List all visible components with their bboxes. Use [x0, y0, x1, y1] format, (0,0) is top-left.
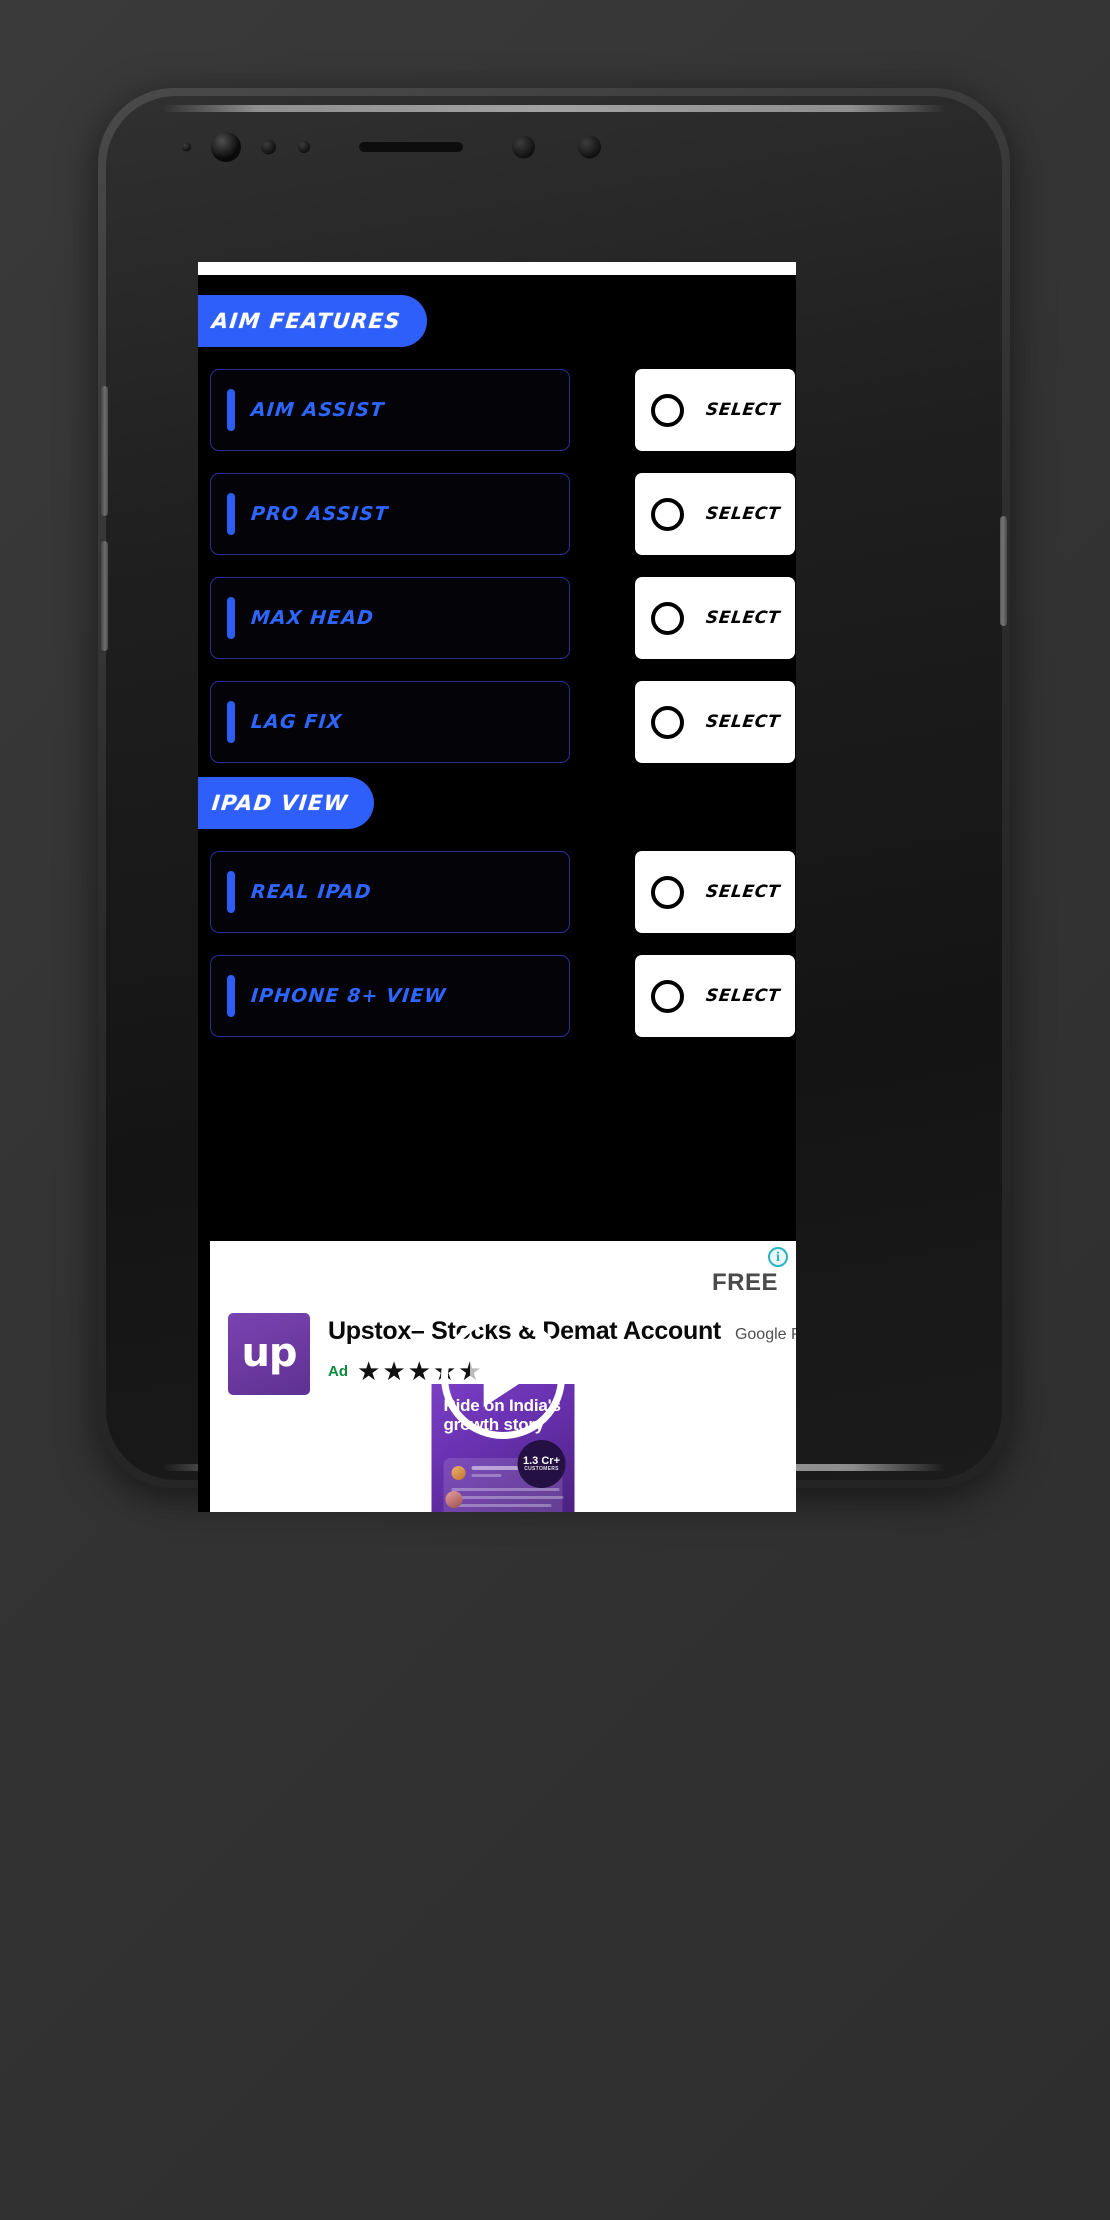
radio-unchecked-icon[interactable]: [650, 393, 684, 427]
ad-customers-caption: CUSTOMERS: [524, 1466, 559, 1473]
section-header-aim-features: AIM FEATURES: [198, 275, 796, 347]
section-badge: AIM FEATURES: [198, 295, 428, 347]
ad-price-label: FREE: [711, 1269, 778, 1296]
phone-top-edge-highlight: [162, 105, 946, 112]
list-item[interactable]: IPHONE 8+ VIEW SELECT: [210, 955, 796, 1037]
review-line: [451, 1488, 560, 1491]
secondary-camera-icon: [578, 135, 601, 159]
accent-bar-icon: [227, 975, 235, 1017]
feature-label: REAL IPAD: [250, 881, 373, 903]
section-badge: IPAD VIEW: [198, 777, 375, 829]
review-name-placeholder: [471, 1466, 524, 1470]
phone-screen: AIM FEATURES AIM ASSIST SELECT PRO ASSIS…: [198, 262, 796, 1512]
proximity-sensor-icon: [182, 142, 191, 152]
phone-bezel: AIM FEATURES AIM ASSIST SELECT PRO ASSIS…: [101, 96, 1007, 1512]
earpiece-speaker-icon: [359, 142, 463, 152]
select-button-label: SELECT: [704, 608, 781, 628]
select-button-label: SELECT: [704, 504, 781, 524]
review-line: [451, 1504, 552, 1507]
radio-unchecked-icon[interactable]: [650, 497, 684, 531]
ad-customers-badge: 1.3 Cr+ CUSTOMERS: [517, 1440, 566, 1488]
screenshot-canvas: AIM FEATURES AIM ASSIST SELECT PRO ASSIS…: [0, 0, 1110, 2220]
select-button[interactable]: SELECT: [635, 851, 795, 933]
status-bar-strip: [198, 262, 796, 275]
select-button[interactable]: SELECT: [635, 955, 795, 1037]
list-item[interactable]: REAL IPAD SELECT: [210, 851, 796, 933]
radio-unchecked-icon[interactable]: [650, 875, 684, 909]
review-avatar-secondary-icon: [445, 1491, 463, 1508]
ir-sensor-icon: [298, 141, 310, 153]
front-camera-icon: [211, 132, 241, 162]
ad-banner[interactable]: i FREE up Upstox– Stocks & Demat Account…: [210, 1241, 796, 1512]
feature-label: MAX HEAD: [250, 607, 376, 629]
select-button-label: SELECT: [704, 712, 781, 732]
select-button[interactable]: SELECT: [635, 681, 795, 763]
feature-label: PRO ASSIST: [250, 503, 390, 525]
feature-label: AIM ASSIST: [250, 399, 386, 421]
select-button-label: SELECT: [704, 986, 781, 1006]
accent-bar-icon: [227, 701, 235, 743]
volume-down-button[interactable]: [101, 541, 108, 651]
star-full-icon: ★: [382, 1356, 406, 1386]
ad-app-icon-wordmark: up: [241, 1330, 297, 1377]
section-badge-label: AIM FEATURES: [210, 309, 403, 333]
review-avatar-icon: [451, 1466, 466, 1480]
light-sensor-icon: [261, 139, 276, 155]
list-item[interactable]: LAG FIX SELECT: [210, 681, 796, 763]
section-badge-label: IPAD VIEW: [210, 791, 350, 815]
radio-unchecked-icon[interactable]: [650, 705, 684, 739]
review-line: [451, 1496, 564, 1499]
list-item[interactable]: PRO ASSIST SELECT: [210, 473, 796, 555]
select-button[interactable]: SELECT: [635, 577, 795, 659]
accent-bar-icon: [227, 493, 235, 535]
feature-label: IPHONE 8+ VIEW: [250, 985, 448, 1007]
feature-row-box[interactable]: MAX HEAD: [210, 577, 570, 659]
select-button[interactable]: SELECT: [635, 473, 795, 555]
review-date-placeholder: [471, 1474, 502, 1477]
radio-unchecked-icon[interactable]: [650, 601, 684, 635]
feature-row-box[interactable]: PRO ASSIST: [210, 473, 570, 555]
feature-list-aim-features: AIM ASSIST SELECT PRO ASSIST SELECT MAX …: [198, 369, 796, 763]
section-header-ipad-view: IPAD VIEW: [198, 763, 796, 829]
iris-scanner-icon: [512, 135, 535, 159]
ad-info-icon[interactable]: i: [768, 1247, 788, 1267]
accent-bar-icon: [227, 871, 235, 913]
phone-device-frame: AIM FEATURES AIM ASSIST SELECT PRO ASSIS…: [98, 88, 1010, 1512]
ad-sponsored-badge: Ad: [328, 1362, 348, 1380]
app-content: AIM FEATURES AIM ASSIST SELECT PRO ASSIS…: [198, 275, 796, 1512]
volume-up-button[interactable]: [101, 386, 108, 516]
accent-bar-icon: [227, 597, 235, 639]
feature-row-box[interactable]: AIM ASSIST: [210, 369, 570, 451]
ad-store-label: Google Play: [734, 1326, 796, 1343]
select-button-label: SELECT: [704, 400, 781, 420]
accent-bar-icon: [227, 389, 235, 431]
feature-row-box[interactable]: IPHONE 8+ VIEW: [210, 955, 570, 1037]
list-item[interactable]: AIM ASSIST SELECT: [210, 369, 796, 451]
feature-row-box[interactable]: REAL IPAD: [210, 851, 570, 933]
feature-list-ipad-view: REAL IPAD SELECT IPHONE 8+ VIEW SELECT: [198, 851, 796, 1037]
feature-label: LAG FIX: [250, 711, 344, 733]
star-full-icon: ★: [357, 1356, 381, 1386]
ad-title-row: Upstox– Stocks & Demat Account Google Pl…: [328, 1317, 796, 1346]
ad-play-button[interactable]: [441, 1314, 565, 1439]
select-button[interactable]: SELECT: [635, 369, 795, 451]
ad-app-icon: up: [228, 1313, 310, 1395]
star-full-icon: ★: [407, 1356, 431, 1386]
select-button-label: SELECT: [704, 882, 781, 902]
feature-row-box[interactable]: LAG FIX: [210, 681, 570, 763]
phone-sensor-row: [106, 132, 1002, 162]
radio-unchecked-icon[interactable]: [650, 979, 684, 1013]
play-triangle-icon: [483, 1346, 530, 1407]
power-button[interactable]: [1000, 516, 1007, 626]
list-item[interactable]: MAX HEAD SELECT: [210, 577, 796, 659]
